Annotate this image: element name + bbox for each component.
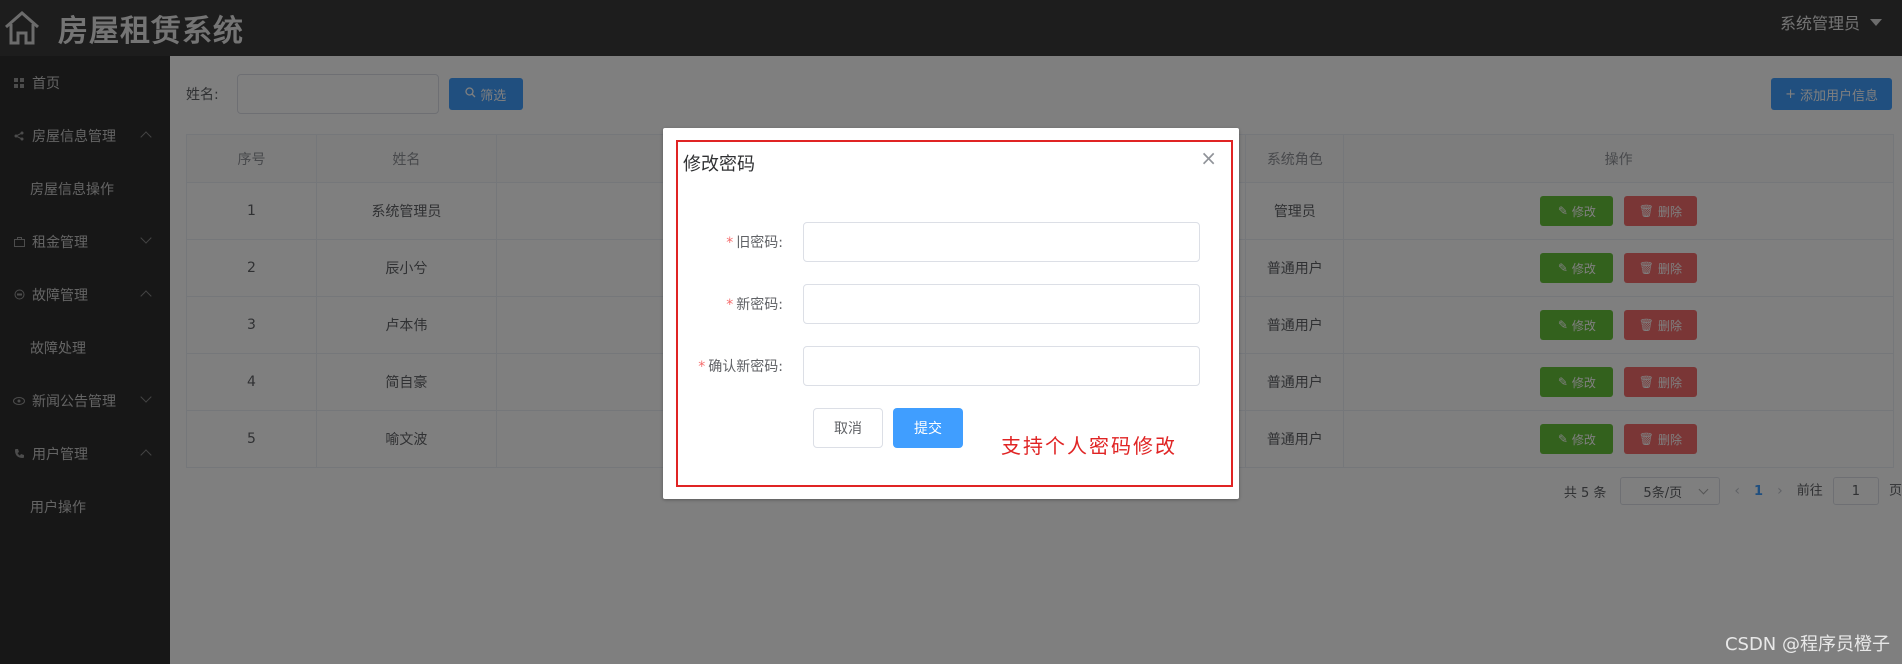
- old-password-input[interactable]: [803, 222, 1200, 262]
- dialog-title: 修改密码: [683, 154, 755, 175]
- annotation-text: 支持个人密码修改: [1001, 434, 1177, 458]
- cancel-button[interactable]: 取消: [813, 408, 883, 448]
- change-password-dialog: 修改密码 × * 旧密码: * 新密码: * 确认新密码: 取消 提交 支持个人密码修…: [663, 128, 1239, 499]
- watermark: CSDN @程序员橙子: [1724, 634, 1890, 655]
- new-password-label: * 新密码:: [726, 297, 783, 313]
- old-password-row: * 旧密码:: [663, 222, 1239, 262]
- new-password-input[interactable]: [803, 284, 1200, 324]
- old-password-label: * 旧密码:: [726, 235, 783, 251]
- new-password-row: * 新密码:: [663, 284, 1239, 324]
- close-icon[interactable]: ×: [1200, 146, 1217, 170]
- confirm-password-row: * 确认新密码:: [663, 346, 1239, 386]
- submit-button[interactable]: 提交: [893, 408, 963, 448]
- confirm-password-input[interactable]: [803, 346, 1200, 386]
- confirm-password-label: * 确认新密码:: [698, 359, 783, 375]
